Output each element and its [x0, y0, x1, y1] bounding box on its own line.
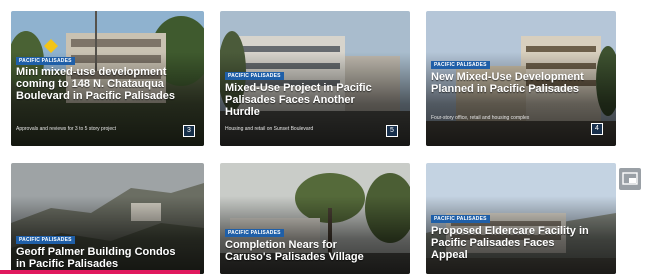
article-grid: PACIFIC PALISADES Mini mixed-use develop…	[0, 0, 646, 274]
article-card-1[interactable]: PACIFIC PALISADES Mini mixed-use develop…	[11, 11, 204, 146]
card-title[interactable]: Mini mixed-use development coming to 148…	[16, 66, 180, 102]
card-tag: PACIFIC PALISADES	[225, 72, 284, 80]
photo-count-badge: 3	[183, 125, 195, 137]
card-tag: PACIFIC PALISADES	[431, 215, 490, 223]
card-subtitle: Four-story office, retail and housing co…	[431, 115, 530, 121]
photo-count-badge: 5	[386, 125, 398, 137]
card-title[interactable]: Mixed-Use Project in Pacific Palisades F…	[225, 82, 386, 118]
progress-bar	[0, 270, 200, 274]
picture-in-picture-button[interactable]	[619, 168, 641, 190]
article-card-2[interactable]: PACIFIC PALISADES Mixed-Use Project in P…	[220, 11, 410, 146]
article-card-6[interactable]: PACIFIC PALISADES Proposed Eldercare Fac…	[426, 163, 616, 274]
picture-in-picture-icon	[622, 172, 638, 185]
article-card-3[interactable]: PACIFIC PALISADES New Mixed-Use Developm…	[426, 11, 616, 146]
card-title[interactable]: Geoff Palmer Building Condos in Pacific …	[16, 246, 180, 270]
card-title[interactable]: New Mixed-Use Development Planned in Pac…	[431, 71, 592, 95]
card-subtitle: Housing and retail on Sunset Boulevard	[225, 126, 314, 132]
card-subtitle: Approvals and reviews for 3 to 5 story p…	[16, 126, 117, 132]
article-card-5[interactable]: PACIFIC PALISADES Completion Nears for C…	[220, 163, 410, 274]
card-title[interactable]: Completion Nears for Caruso's Palisades …	[225, 239, 386, 263]
card-tag: PACIFIC PALISADES	[225, 229, 284, 237]
photo-count-badge: 4	[591, 123, 603, 135]
card-tag: PACIFIC PALISADES	[431, 61, 490, 69]
article-card-4[interactable]: PACIFIC PALISADES Geoff Palmer Building …	[11, 163, 204, 274]
card-title[interactable]: Proposed Eldercare Facility in Pacific P…	[431, 225, 592, 261]
card-tag: PACIFIC PALISADES	[16, 57, 75, 65]
card-tag: PACIFIC PALISADES	[16, 236, 75, 244]
